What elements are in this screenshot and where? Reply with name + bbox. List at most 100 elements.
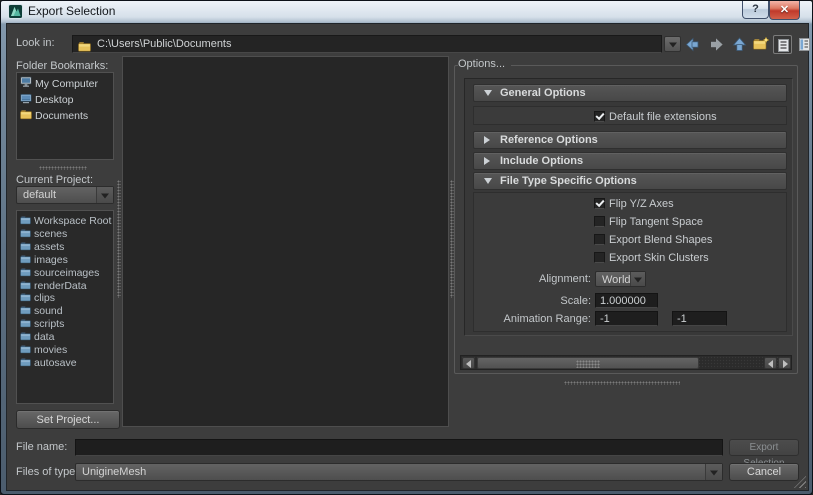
folder-item[interactable]: scripts: [17, 318, 113, 331]
flip-yz-axes-checkbox[interactable]: [594, 198, 605, 209]
folder-icon: [20, 109, 32, 125]
folder-name: sourceimages: [34, 268, 99, 279]
details-view-button[interactable]: [795, 35, 813, 54]
up-button[interactable]: [730, 35, 749, 54]
project-select[interactable]: default: [16, 186, 114, 204]
maya-app-icon: [8, 4, 23, 19]
folder-item[interactable]: autosave: [17, 357, 113, 370]
scroll-left-button[interactable]: [462, 357, 475, 369]
folder-icon: [20, 318, 31, 331]
folder-item[interactable]: sound: [17, 305, 113, 318]
folder-icon: [20, 344, 31, 357]
chevron-down-icon: [630, 272, 645, 286]
folder-item[interactable]: Workspace Root: [17, 215, 113, 228]
folder-name: autosave: [34, 358, 77, 369]
export-selection-button[interactable]: Export Selection: [729, 439, 799, 456]
folder-name: scripts: [34, 319, 64, 330]
folder-name: sound: [34, 306, 63, 317]
file-list[interactable]: [122, 56, 449, 427]
arrow-left-icon: [466, 360, 471, 368]
section-include-options[interactable]: Include Options: [473, 152, 787, 170]
arrow-right-icon: [783, 360, 788, 368]
folder-item[interactable]: scenes: [17, 228, 113, 241]
scroll-left-button[interactable]: [764, 357, 777, 369]
alignment-value: World: [602, 272, 631, 288]
animation-range-label: Animation Range:: [474, 311, 591, 327]
window-title: Export Selection: [28, 1, 115, 22]
close-button[interactable]: ✕: [769, 1, 800, 20]
chevron-down-icon: [96, 187, 113, 203]
help-button[interactable]: ?: [742, 1, 769, 19]
files-of-type-select[interactable]: UnigineMesh: [75, 463, 723, 481]
bookmark-my-computer[interactable]: My Computer: [17, 76, 113, 93]
folder-bookmarks-list[interactable]: My Computer Desktop Documents: [16, 72, 114, 160]
titlebar[interactable]: Export Selection ? ✕: [1, 1, 812, 23]
look-in-label: Look in:: [16, 37, 55, 49]
folder-item[interactable]: assets: [17, 241, 113, 254]
new-folder-button[interactable]: [751, 35, 770, 54]
animation-range-end-input[interactable]: -1: [672, 311, 727, 326]
folder-item[interactable]: renderData: [17, 280, 113, 293]
files-of-type-label: Files of type:: [16, 466, 78, 478]
folder-icon: [20, 292, 31, 305]
folder-name: movies: [34, 345, 67, 356]
project-folder-tree[interactable]: Workspace Root scenes assets images sour…: [16, 210, 114, 404]
section-file-type-specific-options[interactable]: File Type Specific Options: [473, 172, 787, 190]
bookmark-documents[interactable]: Documents: [17, 109, 113, 125]
forward-button[interactable]: [707, 35, 726, 54]
checkbox-label: Export Skin Clusters: [609, 251, 709, 265]
path-value: C:\Users\Public\Documents: [97, 36, 232, 53]
section-title: Reference Options: [500, 132, 598, 149]
section-title: File Type Specific Options: [500, 173, 637, 190]
export-blend-shapes-checkbox[interactable]: [594, 234, 605, 245]
animation-range-start-input[interactable]: -1: [595, 311, 658, 326]
splitter-handle[interactable]: [117, 180, 121, 298]
expander-icon: [484, 90, 492, 96]
scroll-right-button[interactable]: [778, 357, 791, 369]
folder-item[interactable]: clips: [17, 292, 113, 305]
scale-input[interactable]: 1.000000: [595, 293, 658, 308]
scrollbar-thumb[interactable]: [477, 357, 699, 369]
folder-icon: [20, 228, 31, 241]
path-combobox[interactable]: C:\Users\Public\Documents: [72, 35, 662, 53]
chevron-down-icon: [669, 43, 677, 48]
default-file-extensions-checkbox[interactable]: [594, 111, 605, 122]
folder-name: data: [34, 332, 54, 343]
folder-icon: [20, 254, 31, 267]
set-project-button[interactable]: Set Project...: [16, 410, 120, 429]
export-skin-clusters-checkbox[interactable]: [594, 252, 605, 263]
checkbox-label: Default file extensions: [609, 110, 717, 124]
back-button[interactable]: [683, 35, 702, 54]
options-horizontal-scrollbar[interactable]: [460, 355, 792, 370]
folder-name: assets: [34, 242, 64, 253]
section-general-options[interactable]: General Options: [473, 84, 787, 102]
grip-icon: [576, 360, 600, 368]
folder-item[interactable]: data: [17, 331, 113, 344]
splitter-handle[interactable]: [564, 381, 680, 385]
cancel-button[interactable]: Cancel: [729, 463, 799, 481]
folder-icon: [20, 215, 31, 228]
expander-icon: [484, 136, 490, 144]
section-title: General Options: [500, 85, 586, 102]
section-reference-options[interactable]: Reference Options: [473, 131, 787, 149]
folder-icon: [20, 331, 31, 344]
dialog-body: Look in: C:\Users\Public\Documents Folde…: [6, 23, 809, 491]
folder-icon: [20, 267, 31, 280]
path-dropdown-button[interactable]: [664, 36, 681, 52]
export-selection-dialog: Export Selection ? ✕ Look in: C:\Users\P…: [0, 0, 813, 495]
flip-tangent-space-checkbox[interactable]: [594, 216, 605, 227]
file-name-input[interactable]: [75, 439, 723, 456]
alignment-label: Alignment:: [474, 271, 591, 287]
bookmark-desktop[interactable]: Desktop: [17, 93, 113, 110]
folder-item[interactable]: movies: [17, 344, 113, 357]
list-view-button[interactable]: [773, 35, 792, 54]
folder-item[interactable]: sourceimages: [17, 267, 113, 280]
splitter-handle[interactable]: [39, 166, 87, 170]
arrow-left-icon: [768, 360, 773, 368]
folder-name: Workspace Root: [34, 216, 111, 227]
folder-bookmarks-label: Folder Bookmarks:: [16, 60, 108, 72]
folder-item[interactable]: images: [17, 254, 113, 267]
folder-icon: [20, 280, 31, 293]
alignment-select[interactable]: World: [595, 271, 646, 287]
general-options-content: Default file extensions: [473, 106, 787, 125]
